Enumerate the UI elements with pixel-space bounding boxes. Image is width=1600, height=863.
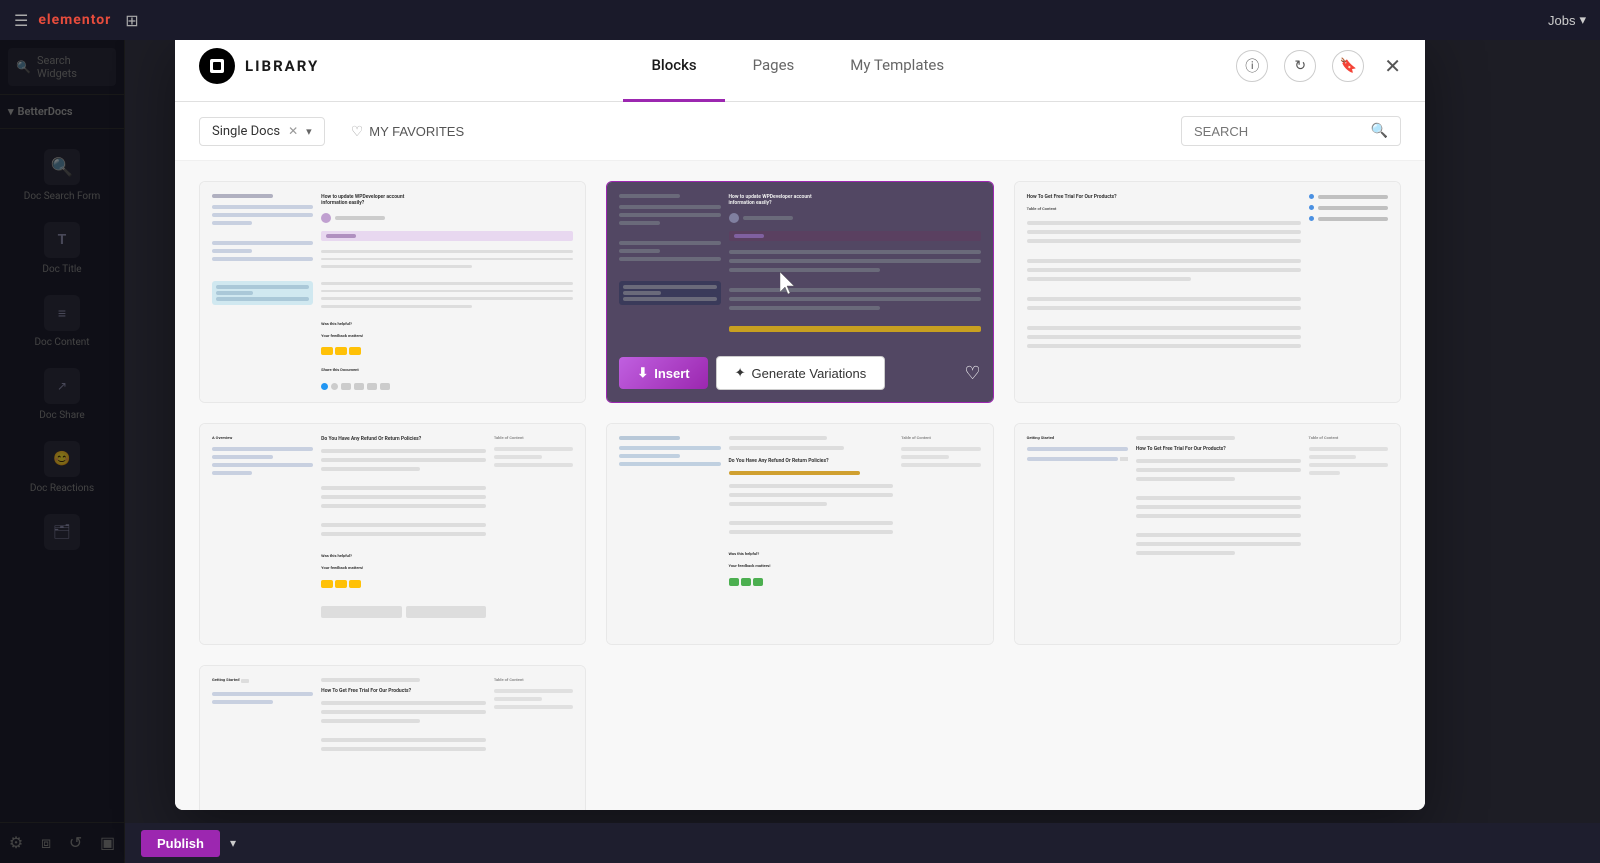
modal-header: LIBRARY Blocks Pages My Templates ⓘ ↻ 🔖 … [175,30,1425,102]
template-card-5[interactable]: Do You Have Any Refund Or Return Policie… [606,423,993,645]
template-card-4[interactable]: A Overview Do You Have Any Refund Or Ret… [199,423,586,645]
modal-content: How to update WPDeveloper accountinforma… [175,161,1425,810]
modal-library-title: LIBRARY [245,57,319,75]
info-button[interactable]: ⓘ [1236,50,1268,82]
template-card-7[interactable]: Getting Started How To Get Free Trial Fo… [199,665,586,810]
template-card-2[interactable]: How to update WPDeveloper accountinforma… [606,181,993,403]
template-preview-4: A Overview Do You Have Any Refund Or Ret… [200,424,585,644]
tab-my-templates[interactable]: My Templates [822,31,972,102]
publish-arrow[interactable]: ▾ [230,836,236,850]
save-button[interactable]: 🔖 [1332,50,1364,82]
hamburger-icon[interactable]: ☰ [14,11,28,30]
template-actions: ⬇ Insert ✦ Generate Variations ♡ [607,344,992,402]
heart-icon-card: ♡ [965,363,981,383]
top-bar-right: Jobs ▾ [1548,12,1586,28]
filter-label: Single Docs [212,124,280,139]
insert-button[interactable]: ⬇ Insert [619,357,707,389]
favorites-label: MY FAVORITES [369,124,464,139]
favorite-button[interactable]: ♡ [965,363,981,384]
modal-logo: LIBRARY [199,48,319,84]
library-modal: LIBRARY Blocks Pages My Templates ⓘ ↻ 🔖 … [175,30,1425,810]
template-card-6[interactable]: Getting Started How To Get Free T [1014,423,1401,645]
jobs-button[interactable]: Jobs ▾ [1548,12,1586,28]
modal-toolbar: Single Docs ✕ ▾ ♡ MY FAVORITES 🔍 [175,102,1425,161]
search-icon: 🔍 [1371,123,1388,139]
modal-overlay: LIBRARY Blocks Pages My Templates ⓘ ↻ 🔖 … [0,0,1600,863]
template-preview-1: How to update WPDeveloper accountinforma… [200,182,585,402]
filter-clear-icon[interactable]: ✕ [288,124,298,138]
template-card-3[interactable]: How To Get Free Trial For Our Products? … [1014,181,1401,403]
heart-icon: ♡ [351,123,364,140]
templates-grid: How to update WPDeveloper accountinforma… [199,181,1401,810]
elementor-logo: elementor [38,12,111,28]
template-preview-6: Getting Started How To Get Free T [1015,424,1400,644]
grid-icon[interactable]: ⊞ [125,11,138,30]
template-preview-3: How To Get Free Trial For Our Products? … [1015,182,1400,402]
search-bar: 🔍 [1181,116,1401,146]
publish-button[interactable]: Publish [141,830,220,857]
refresh-button[interactable]: ↻ [1284,50,1316,82]
favorites-button[interactable]: ♡ MY FAVORITES [337,117,478,146]
search-input[interactable] [1194,124,1363,139]
tab-pages[interactable]: Pages [725,31,823,102]
template-preview-7: Getting Started How To Get Free Trial Fo… [200,666,585,810]
filter-arrow-icon: ▾ [306,125,312,138]
library-logo-icon [199,48,235,84]
template-card-1[interactable]: How to update WPDeveloper accountinforma… [199,181,586,403]
generate-icon: ✦ [735,365,746,381]
generate-button[interactable]: ✦ Generate Variations [716,356,886,390]
tab-blocks[interactable]: Blocks [623,31,724,102]
insert-icon: ⬇ [637,365,648,381]
modal-header-actions: ⓘ ↻ 🔖 ✕ [1236,50,1401,82]
template-preview-5: Do You Have Any Refund Or Return Policie… [607,424,992,644]
close-button[interactable]: ✕ [1384,54,1401,78]
filter-dropdown[interactable]: Single Docs ✕ ▾ [199,117,325,146]
modal-tabs: Blocks Pages My Templates [359,30,1236,101]
